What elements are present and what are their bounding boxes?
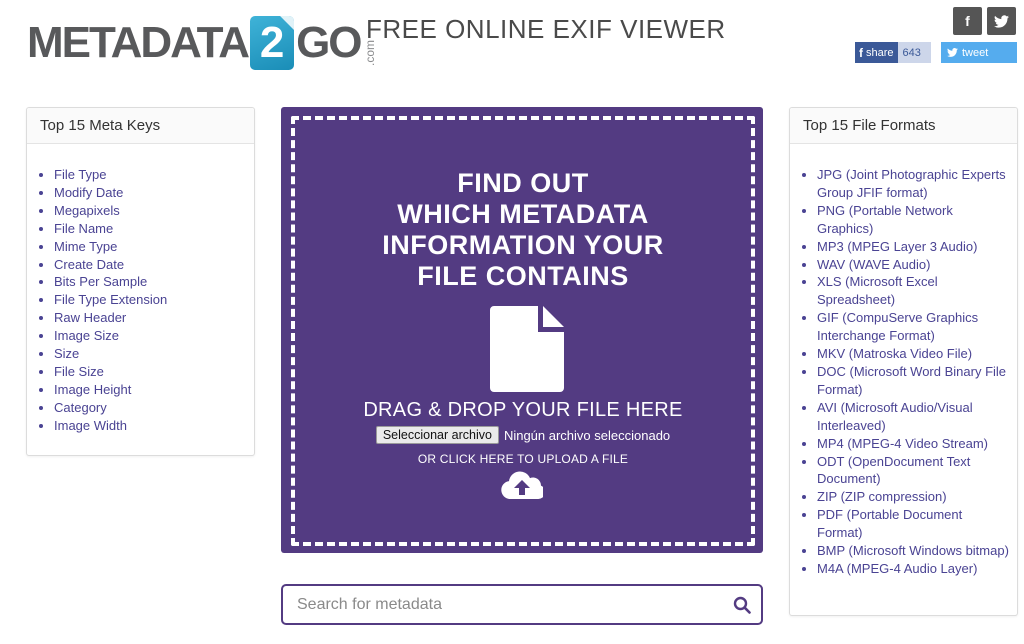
search-input[interactable] [283, 594, 733, 615]
meta-key-link[interactable]: Create Date [39, 256, 254, 274]
meta-key-link[interactable]: Mime Type [39, 238, 254, 256]
share-label-wrap: f share [855, 42, 898, 63]
meta-keys-panel: Top 15 Meta Keys File Type Modify Date M… [26, 107, 255, 456]
meta-keys-title: Top 15 Meta Keys [27, 108, 254, 144]
dropzone-heading-line: FILE CONTAINS [417, 261, 629, 291]
meta-key-link[interactable]: Modify Date [39, 184, 254, 202]
tweet-button[interactable]: tweet [941, 42, 1017, 63]
file-format-link[interactable]: MP4 (MPEG-4 Video Stream) [802, 435, 1017, 453]
file-formats-list: JPG (Joint Photographic Experts Group JF… [790, 144, 1017, 578]
file-status-text: Ningún archivo seleccionado [503, 427, 671, 443]
twitter-icon[interactable] [987, 7, 1016, 35]
twitter-bird-icon [994, 14, 1009, 28]
meta-key-link[interactable]: Category [39, 399, 254, 417]
share-label: share [866, 46, 894, 59]
file-format-link[interactable]: AVI (Microsoft Audio/Visual Interleaved) [802, 399, 1017, 435]
meta-key-link[interactable]: File Type [39, 166, 254, 184]
meta-key-link[interactable]: Image Height [39, 381, 254, 399]
meta-keys-list: File Type Modify Date Megapixels File Na… [27, 144, 254, 435]
file-format-link[interactable]: DOC (Microsoft Word Binary File Format) [802, 363, 1017, 399]
twitter-small-icon [947, 48, 958, 57]
site-logo[interactable]: METADATA 2 GO .com [27, 14, 377, 72]
meta-key-link[interactable]: File Type Extension [39, 291, 254, 309]
file-format-link[interactable]: WAV (WAVE Audio) [802, 256, 1017, 274]
file-format-link[interactable]: BMP (Microsoft Windows bitmap) [802, 542, 1017, 560]
tweet-label: tweet [962, 46, 989, 59]
logo-text-metadata: METADATA [27, 18, 250, 67]
file-format-link[interactable]: MP3 (MPEG Layer 3 Audio) [802, 238, 1017, 256]
meta-key-link[interactable]: Megapixels [39, 202, 254, 220]
file-input-row: Seleccionar archivo Ningún archivo selec… [295, 426, 751, 444]
meta-key-link[interactable]: Image Width [39, 417, 254, 435]
file-format-link[interactable]: MKV (Matroska Video File) [802, 345, 1017, 363]
file-format-link[interactable]: M4A (MPEG-4 Audio Layer) [802, 560, 1017, 578]
dropzone-heading: FIND OUT WHICH METADATA INFORMATION YOUR… [295, 168, 751, 292]
file-format-link[interactable]: ODT (OpenDocument Text Document) [802, 453, 1017, 489]
file-format-link[interactable]: PDF (Portable Document Format) [802, 506, 1017, 542]
facebook-icon[interactable]: f [953, 7, 982, 35]
search-icon[interactable] [733, 596, 751, 614]
cloud-upload-icon[interactable] [501, 469, 543, 499]
facebook-glyph: f [965, 13, 970, 29]
meta-key-link[interactable]: Image Size [39, 327, 254, 345]
file-dropzone[interactable]: FIND OUT WHICH METADATA INFORMATION YOUR… [281, 107, 763, 553]
meta-key-link[interactable]: File Name [39, 220, 254, 238]
dropzone-heading-line: FIND OUT [457, 168, 589, 198]
page-title: FREE ONLINE EXIF VIEWER [366, 14, 726, 44]
file-format-link[interactable]: JPG (Joint Photographic Experts Group JF… [802, 166, 1017, 202]
file-format-link[interactable]: ZIP (ZIP compression) [802, 488, 1017, 506]
choose-file-button[interactable]: Seleccionar archivo [375, 426, 499, 444]
facebook-small-icon: f [859, 45, 863, 60]
metadata-search-bar [281, 584, 763, 625]
share-count: 643 [897, 42, 931, 63]
dropzone-dashed-border: FIND OUT WHICH METADATA INFORMATION YOUR… [291, 116, 755, 546]
file-format-link[interactable]: GIF (CompuServe Graphics Interchange For… [802, 309, 1017, 345]
meta-key-link[interactable]: Bits Per Sample [39, 273, 254, 291]
logo-text-go: GO [296, 18, 362, 67]
file-formats-panel: Top 15 File Formats JPG (Joint Photograp… [789, 107, 1018, 616]
logo-badge: 2 [250, 16, 295, 70]
meta-key-link[interactable]: Raw Header [39, 309, 254, 327]
logo-text-2: 2 [259, 18, 285, 67]
dropzone-heading-line: INFORMATION YOUR [382, 230, 664, 260]
file-format-link[interactable]: XLS (Microsoft Excel Spreadsheet) [802, 273, 1017, 309]
facebook-share-button[interactable]: f share 643 [855, 42, 931, 63]
meta-key-link[interactable]: File Size [39, 363, 254, 381]
drag-drop-text: DRAG & DROP YOUR FILE HERE [363, 399, 683, 421]
file-icon [490, 306, 564, 392]
dropzone-heading-line: WHICH METADATA [397, 199, 649, 229]
meta-key-link[interactable]: Size [39, 345, 254, 363]
file-formats-title: Top 15 File Formats [790, 108, 1017, 144]
file-format-link[interactable]: PNG (Portable Network Graphics) [802, 202, 1017, 238]
click-upload-text[interactable]: OR CLICK HERE TO UPLOAD A FILE [295, 452, 751, 466]
